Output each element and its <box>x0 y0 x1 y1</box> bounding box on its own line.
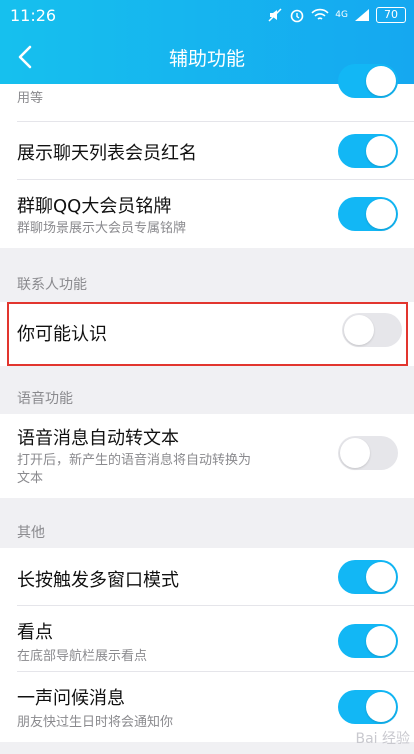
toggle-switch[interactable] <box>338 624 398 658</box>
toggle-knob <box>340 438 370 468</box>
item-label: 看点 <box>17 622 53 643</box>
item-desc: 朋友快过生日时将会通知你 <box>17 715 174 730</box>
toggle-switch[interactable] <box>338 690 398 724</box>
list-item-partial[interactable]: 用等 <box>0 64 414 122</box>
list-item-kandian[interactable]: 看点 在底部导航栏展示看点 <box>0 606 414 672</box>
battery-level: 70 <box>384 8 398 21</box>
toggle-switch[interactable] <box>338 560 398 594</box>
list-item-chat-red-name[interactable]: 展示聊天列表会员红名 <box>0 122 414 180</box>
signal-icon: 4G <box>335 9 348 20</box>
toggle-knob <box>366 199 396 229</box>
watermark: Bai 经验 <box>355 731 410 747</box>
list-item-qq-vip-badge[interactable]: 群聊QQ大会员铭牌 群聊场景展示大会员专属铭牌 <box>0 180 414 248</box>
toggle-switch[interactable] <box>338 436 398 470</box>
wifi-icon <box>311 8 329 22</box>
toggle-knob <box>366 692 396 722</box>
status-time: 11:26 <box>10 6 57 25</box>
mute-icon <box>267 7 283 23</box>
toggle-switch[interactable] <box>338 64 398 98</box>
toggle-knob <box>366 66 396 96</box>
toggle-knob <box>366 562 396 592</box>
status-bar: 11:26 4G 70 <box>0 0 414 30</box>
item-desc: 用等 <box>17 91 44 106</box>
item-label: 长按触发多窗口模式 <box>17 570 179 591</box>
list-item-voice-to-text[interactable]: 语音消息自动转文本 打开后，新产生的语音消息将自动转换为 文本 <box>0 414 414 498</box>
toggle-switch[interactable] <box>338 134 398 168</box>
item-label: 群聊QQ大会员铭牌 <box>17 196 172 217</box>
item-label: 一声问候消息 <box>17 688 125 709</box>
item-desc-line2: 文本 <box>17 471 44 486</box>
toggle-knob <box>366 136 396 166</box>
toggle-switch[interactable] <box>338 197 398 231</box>
alarm-icon <box>289 7 305 23</box>
item-desc-line1: 打开后，新产生的语音消息将自动转换为 <box>17 453 252 468</box>
item-label: 语音消息自动转文本 <box>17 428 179 449</box>
item-label: 展示聊天列表会员红名 <box>17 143 197 164</box>
section-header-contacts: 联系人功能 <box>17 277 87 293</box>
highlight-box <box>7 302 408 366</box>
cellular-icon <box>354 8 370 22</box>
section-header-other: 其他 <box>17 525 45 541</box>
item-desc: 群聊场景展示大会员专属铭牌 <box>17 221 187 236</box>
status-icons: 4G 70 <box>267 6 406 24</box>
toggle-knob <box>366 626 396 656</box>
list-item-greeting[interactable]: 一声问候消息 朋友快过生日时将会通知你 <box>0 672 414 742</box>
signal-label: 4G <box>335 9 348 20</box>
battery-icon: 70 <box>376 7 406 23</box>
item-desc: 在底部导航栏展示看点 <box>17 649 148 664</box>
section-header-voice: 语音功能 <box>17 391 73 407</box>
list-item-multi-window[interactable]: 长按触发多窗口模式 <box>0 548 414 606</box>
